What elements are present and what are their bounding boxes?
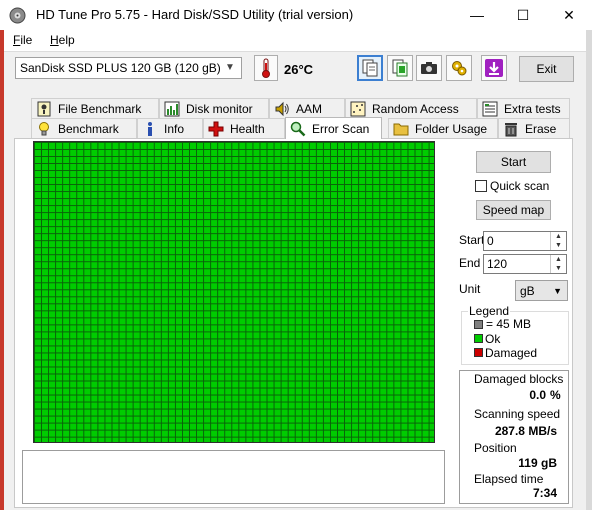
tab-health-label: Health [230, 121, 265, 136]
copy-results-button[interactable] [387, 55, 413, 81]
start-spinner[interactable]: 0 ▲ ▼ [483, 231, 567, 251]
spinner-arrows-icon[interactable]: ▲ ▼ [550, 255, 566, 273]
drive-select-value: SanDisk SSD PLUS 120 GB (120 gB) [20, 61, 221, 75]
start-field-label: Start [459, 233, 485, 247]
drive-select[interactable]: SanDisk SSD PLUS 120 GB (120 gB) [15, 57, 242, 79]
exit-button[interactable]: Exit [519, 56, 574, 82]
app-icon [9, 7, 26, 24]
elapsed-time-label: Elapsed time [474, 472, 544, 486]
spinner-arrows-icon[interactable]: ▲ ▼ [550, 232, 566, 250]
lightbulb-icon [36, 121, 52, 137]
tab-aam-label: AAM [296, 101, 323, 116]
magnifier-icon [290, 121, 306, 137]
copy-info-button[interactable] [357, 55, 383, 81]
start-value: 0 [487, 234, 494, 248]
tab-aam[interactable]: AAM [269, 98, 345, 118]
options-tools-icon [452, 61, 467, 76]
save-button[interactable] [481, 55, 507, 81]
temperature-readout: 26°C [284, 62, 314, 77]
background-window-edge-left [0, 30, 4, 510]
window-title: HD Tune Pro 5.75 - Hard Disk/SSD Utility… [36, 7, 354, 22]
minimize-button[interactable]: — [454, 0, 500, 30]
legend-damaged-label: Damaged [485, 346, 538, 360]
chevron-down-icon[interactable]: ▼ [225, 62, 235, 73]
unit-select-value: gB [520, 284, 535, 298]
maximize-button[interactable]: ☐ [500, 0, 546, 30]
close-button[interactable]: ✕ [546, 0, 592, 30]
legend-title: Legend [468, 304, 511, 318]
legend-swatch-size [474, 320, 483, 329]
scanning-speed-value: 287.8 MB/s [494, 424, 557, 438]
menu-help[interactable]: Help [50, 33, 75, 47]
tab-disk-monitor[interactable]: Disk monitor [159, 98, 269, 118]
tab-error-scan[interactable]: Error Scan [285, 117, 382, 139]
quick-scan-checkbox[interactable] [475, 180, 487, 192]
damaged-blocks-unit: % [550, 388, 561, 402]
screenshot-camera-icon [421, 62, 437, 74]
background-window-edge-right [586, 30, 592, 510]
extra-tests-icon [482, 101, 498, 117]
health-cross-icon [208, 121, 224, 137]
scan-log-box[interactable] [22, 450, 445, 504]
folder-icon [393, 121, 409, 137]
menu-file-label: ile [20, 33, 33, 47]
copy-info-icon [362, 59, 378, 77]
position-label: Position [474, 441, 517, 455]
menu-help-label: elp [58, 33, 75, 47]
position-value: 119 gB [518, 456, 557, 470]
quick-scan-label: Quick scan [490, 179, 550, 193]
scanning-speed-label: Scanning speed [474, 407, 561, 421]
speed-map-button[interactable]: Speed map [476, 200, 551, 220]
copy-results-icon [392, 59, 408, 77]
elapsed-time-value: 7:34 [532, 486, 557, 500]
end-spinner[interactable]: 120 ▲ ▼ [483, 254, 567, 274]
tab-random-access-label: Random Access [372, 101, 459, 116]
tab-error-scan-label: Error Scan [312, 121, 370, 136]
tab-benchmark[interactable]: Benchmark [31, 118, 137, 138]
legend-ok-label: Ok [485, 332, 501, 346]
tab-folder-usage[interactable]: Folder Usage [388, 118, 498, 138]
tab-extra-tests[interactable]: Extra tests [477, 98, 570, 118]
menu-file[interactable]: File [13, 33, 32, 47]
save-download-icon [485, 59, 503, 77]
tab-info[interactable]: Info [137, 118, 203, 138]
tab-folder-usage-label: Folder Usage [415, 121, 488, 136]
menu-bar [4, 30, 586, 51]
trash-icon [503, 121, 519, 137]
tab-random-access[interactable]: Random Access [345, 98, 477, 118]
tab-file-benchmark[interactable]: File Benchmark [31, 98, 159, 118]
disk-monitor-icon [164, 101, 180, 117]
unit-select[interactable]: gB ▼ [515, 280, 568, 301]
unit-label: Unit [459, 282, 481, 296]
legend-swatch-damaged [474, 348, 483, 357]
tab-info-label: Info [164, 121, 185, 136]
error-scan-block-map [33, 141, 435, 443]
tab-file-benchmark-label: File Benchmark [58, 101, 142, 116]
menu-help-mnemonic: H [50, 33, 59, 47]
tab-erase[interactable]: Erase [498, 118, 570, 138]
tab-erase-label: Erase [525, 121, 557, 136]
tab-disk-monitor-label: Disk monitor [186, 101, 253, 116]
tab-health[interactable]: Health [203, 118, 285, 138]
legend-size-label: = 45 MB [486, 317, 532, 331]
thermometer-icon [254, 55, 278, 81]
info-icon [142, 121, 158, 137]
damaged-blocks-value: 0.0 [529, 388, 546, 402]
tab-benchmark-label: Benchmark [58, 121, 119, 136]
options-button[interactable] [446, 55, 472, 81]
random-access-icon [350, 101, 366, 117]
damaged-blocks-label: Damaged blocks [474, 372, 564, 386]
chevron-down-icon: ▼ [553, 286, 562, 296]
speaker-icon [274, 101, 290, 117]
screenshot-button[interactable] [416, 55, 442, 81]
start-button[interactable]: Start [476, 151, 551, 173]
file-benchmark-icon [36, 101, 52, 117]
tab-extra-tests-label: Extra tests [504, 101, 561, 116]
end-field-label: End [459, 256, 481, 270]
legend-swatch-ok [474, 334, 483, 343]
end-value: 120 [487, 257, 508, 271]
